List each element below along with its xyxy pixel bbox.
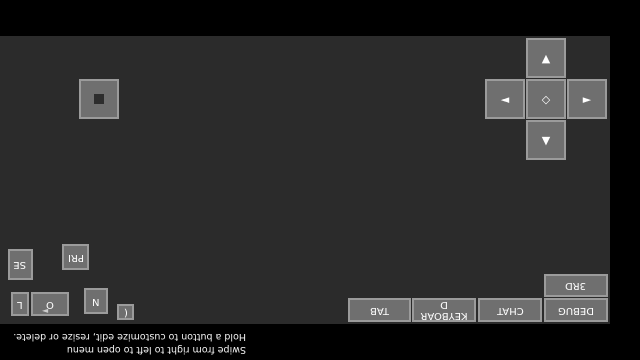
se-label: SE — [12, 259, 26, 270]
keyboard-button[interactable]: KEYBOARD — [412, 298, 476, 322]
dpad-down-button[interactable]: ▼ — [526, 120, 566, 160]
arrow-left-icon: ◄ — [42, 306, 49, 315]
inventory-button[interactable] — [79, 79, 119, 119]
dpad-up-button[interactable]: ▲ — [526, 38, 566, 78]
priv-button[interactable]: PRI — [62, 244, 89, 270]
hint-text: Swipe from right to left to open menu Ho… — [2, 330, 246, 356]
game-viewport[interactable]: ▲ ◄ ◇ ► ▼ PRI SE N L O ( ◄ Swipe from ri… — [0, 36, 610, 355]
square-icon — [94, 94, 104, 104]
priv-label: PRI — [67, 251, 84, 263]
third-person-label: 3RD — [565, 280, 587, 291]
n-button[interactable]: N — [84, 288, 108, 314]
debug-label: DEBUG — [558, 304, 594, 316]
se-button[interactable]: SE — [8, 249, 33, 280]
dpad-center-button[interactable]: ◇ — [526, 79, 566, 119]
tab-label: TAB — [369, 304, 390, 316]
debug-button[interactable]: DEBUG — [544, 298, 608, 322]
chat-label: CHAT — [496, 304, 524, 316]
bracket-label: ( — [123, 306, 128, 318]
third-person-button[interactable]: 3RD — [544, 274, 608, 297]
dpad-right-button[interactable]: ► — [567, 79, 607, 119]
bracket-button[interactable]: ( — [117, 304, 134, 320]
dpad-left-button[interactable]: ◄ — [485, 79, 525, 119]
keyboard-label: KEYBOARD — [420, 299, 468, 321]
hint-line-1: Swipe from right to left to open menu — [66, 344, 246, 355]
chat-button[interactable]: CHAT — [478, 298, 542, 322]
n-label: N — [92, 295, 100, 307]
l-label: L — [17, 298, 23, 310]
tab-button[interactable]: TAB — [348, 298, 411, 322]
l-button[interactable]: L — [11, 292, 29, 316]
hint-line-2: Hold a button to customize edit, resize … — [13, 331, 246, 342]
o-button[interactable]: O — [31, 292, 69, 316]
